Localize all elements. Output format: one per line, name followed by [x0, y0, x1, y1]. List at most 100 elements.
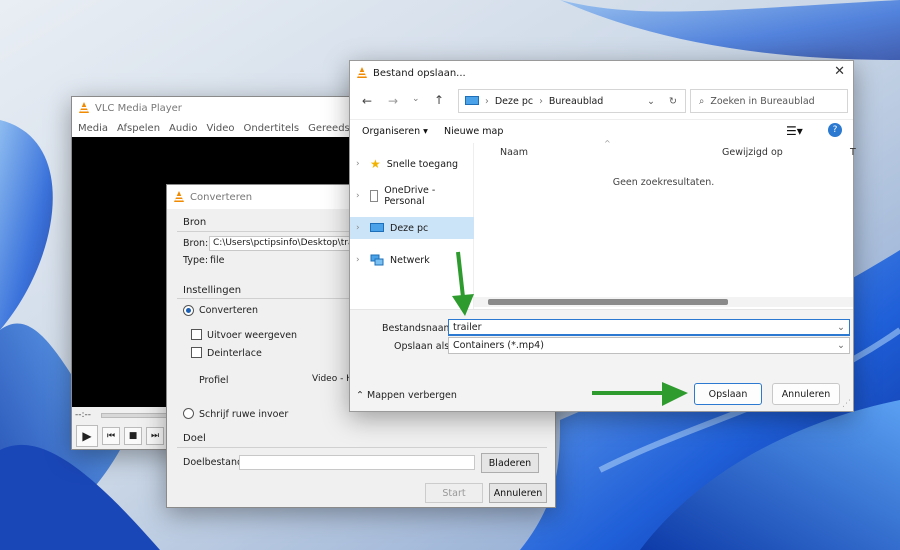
save-button[interactable]: Opslaan	[694, 383, 762, 405]
new-folder-button[interactable]: Nieuwe map	[444, 126, 503, 137]
bladeren-button[interactable]: Bladeren	[481, 453, 539, 473]
stop-button[interactable]: ■	[124, 427, 142, 445]
column-header-type[interactable]: T	[850, 147, 856, 158]
skip-back-icon: ⏮	[106, 431, 116, 441]
hide-folders-toggle[interactable]: ⌃ Mappen verbergen	[356, 390, 457, 401]
time-label: --:--	[75, 410, 92, 420]
nav-item-onedrive[interactable]: › OneDrive - Personal	[350, 185, 474, 207]
down-arrow-annotation	[452, 251, 474, 316]
file-type-select[interactable]: Containers (*.mp4) ⌄	[448, 337, 850, 354]
breadcrumb-separator-icon: ›	[485, 95, 489, 107]
breadcrumb-separator-icon: ›	[539, 95, 543, 107]
search-icon: ⌕	[699, 95, 705, 107]
save-dialog: Bestand opslaan... ✕ ← → ⌄ ↑ › Deze pc ›…	[349, 60, 856, 412]
chevron-down-icon[interactable]: ⌄	[412, 94, 420, 104]
up-arrow-icon[interactable]: ↑	[434, 93, 444, 107]
next-button[interactable]: ⏭	[146, 427, 164, 445]
doel-group-title: Doel	[183, 433, 206, 444]
forward-arrow-icon[interactable]: →	[388, 94, 398, 108]
raw-input-label: Schrijf ruwe invoer	[199, 409, 289, 420]
raw-input-radio[interactable]	[183, 408, 194, 419]
back-arrow-icon[interactable]: ←	[362, 94, 372, 108]
star-icon: ★	[370, 157, 381, 171]
nav-item-snelle-toegang[interactable]: › ★ Snelle toegang	[350, 153, 474, 175]
filename-input[interactable]: trailer ⌄	[448, 319, 850, 336]
cancel-button[interactable]: Annuleren	[772, 383, 840, 405]
resize-grip-icon[interactable]: ⋰	[842, 399, 851, 409]
menu-video[interactable]: Video	[206, 123, 234, 134]
chevron-down-icon[interactable]: ⌄	[837, 340, 845, 351]
type-value: file	[210, 255, 225, 266]
sort-chevron-icon: ^	[604, 139, 611, 148]
monitor-icon	[370, 223, 384, 232]
bron-path-field[interactable]: C:\Users\pctipsinfo\Desktop\trailer.mp4	[209, 236, 351, 251]
column-header-gewijzigd[interactable]: Gewijzigd op	[722, 147, 783, 158]
stop-icon: ■	[128, 431, 138, 441]
doelbestand-label: Doelbestand:	[183, 457, 247, 468]
uitvoer-label: Uitvoer weergeven	[207, 330, 298, 341]
command-toolbar: Organiseren ▾ Nieuwe map ☰▾ ?	[350, 119, 853, 143]
document-icon	[369, 190, 379, 202]
menu-ondertitels[interactable]: Ondertitels	[244, 123, 300, 134]
help-icon[interactable]: ?	[828, 123, 842, 137]
right-arrow-annotation	[592, 382, 688, 406]
empty-results-text: Geen zoekresultaten.	[612, 177, 715, 188]
search-placeholder: Zoeken in Bureaublad	[710, 95, 815, 107]
network-icon	[370, 254, 384, 266]
chevron-down-icon[interactable]: ⌄	[837, 322, 845, 333]
column-header-naam[interactable]: Naam	[500, 147, 528, 158]
chevron-right-icon[interactable]: ›	[356, 191, 364, 201]
type-label: Type:	[183, 255, 209, 266]
menu-afspelen[interactable]: Afspelen	[117, 123, 160, 134]
uitvoer-checkbox[interactable]	[191, 329, 202, 340]
scrollbar-thumb[interactable]	[488, 299, 728, 305]
chevron-right-icon[interactable]: ›	[356, 255, 364, 265]
nav-label: OneDrive - Personal	[384, 185, 436, 207]
chevron-up-icon: ⌃	[356, 390, 364, 401]
save-titlebar[interactable]: Bestand opslaan...	[350, 61, 853, 85]
vlc-cone-icon	[174, 191, 184, 202]
vlc-titlebar[interactable]: VLC Media Player	[72, 97, 370, 119]
filename-label: Bestandsnaam:	[382, 323, 456, 334]
bron-label: Bron:	[183, 238, 209, 249]
deinterlace-checkbox[interactable]	[191, 347, 202, 358]
chevron-right-icon[interactable]: ›	[356, 223, 364, 233]
menu-media[interactable]: Media	[78, 123, 108, 134]
monitor-icon	[465, 96, 479, 105]
start-button[interactable]: Start	[425, 483, 483, 503]
deinterlace-label: Deinterlace	[207, 348, 262, 359]
chevron-right-icon[interactable]: ›	[356, 159, 364, 169]
filename-value: trailer	[453, 321, 482, 333]
address-bar[interactable]: › Deze pc › Bureaublad ⌄ ↻	[458, 89, 686, 113]
play-button[interactable]: ▶	[76, 425, 98, 447]
refresh-icon[interactable]: ↻	[669, 96, 677, 107]
organize-menu[interactable]: Organiseren ▾	[362, 126, 428, 137]
view-options-icon[interactable]: ☰▾	[786, 124, 803, 138]
nav-label: Deze pc	[390, 222, 429, 234]
menu-audio[interactable]: Audio	[169, 123, 197, 134]
vlc-title: VLC Media Player	[95, 102, 182, 114]
divider	[177, 447, 547, 448]
profiel-label: Profiel	[199, 375, 229, 386]
nav-label: Snelle toegang	[386, 158, 459, 170]
breadcrumb-deze-pc[interactable]: Deze pc	[495, 96, 533, 107]
doelbestand-field[interactable]	[239, 455, 475, 470]
skip-forward-icon: ⏭	[150, 431, 160, 441]
instellingen-group-title: Instellingen	[183, 285, 242, 296]
vlc-cone-icon	[357, 67, 367, 78]
search-box[interactable]: ⌕ Zoeken in Bureaublad	[690, 89, 848, 113]
nav-label: Netwerk	[390, 254, 430, 266]
convert-cancel-button[interactable]: Annuleren	[489, 483, 547, 503]
chevron-down-icon[interactable]: ⌄	[647, 96, 655, 107]
nav-item-deze-pc[interactable]: › Deze pc	[350, 217, 474, 239]
close-icon[interactable]: ✕	[834, 64, 845, 79]
bron-group-title: Bron	[183, 217, 207, 228]
address-navbar: ← → ⌄ ↑ › Deze pc › Bureaublad ⌄ ↻ ⌕ Zoe…	[350, 85, 853, 119]
play-icon: ▶	[82, 429, 92, 443]
breadcrumb-bureaublad[interactable]: Bureaublad	[549, 96, 603, 107]
converteren-radio[interactable]	[183, 305, 194, 316]
convert-title: Converteren	[190, 191, 253, 203]
file-type-label: Opslaan als:	[394, 341, 453, 352]
previous-button[interactable]: ⏮	[102, 427, 120, 445]
profiel-select[interactable]: Video - H.264 + MP3 (MP4)	[309, 373, 351, 388]
